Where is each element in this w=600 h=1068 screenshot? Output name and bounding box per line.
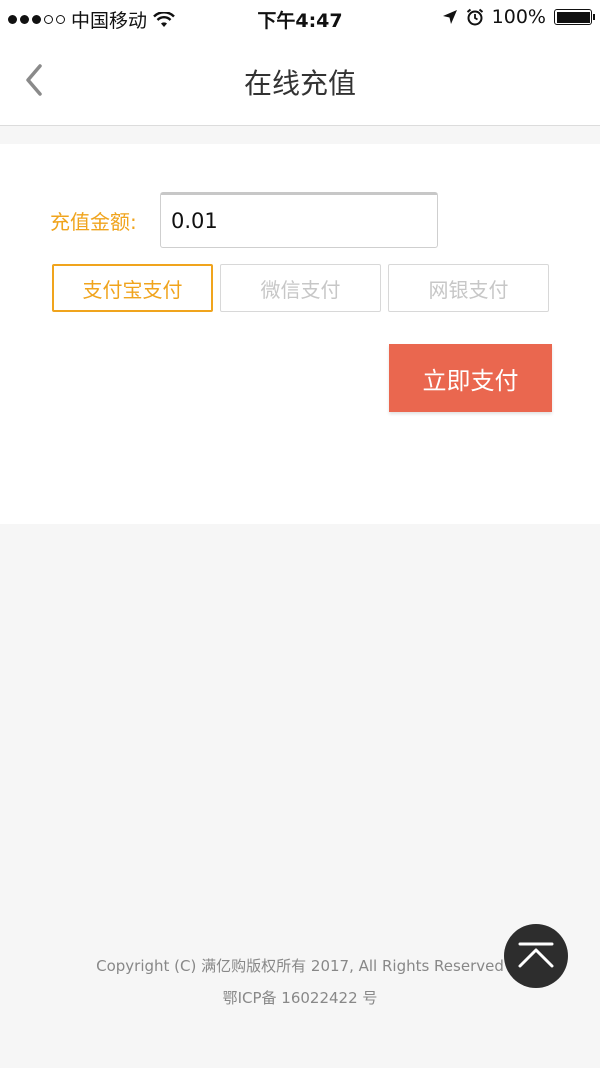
recharge-form: 充值金额: 支付宝支付 微信支付 网银支付 立即支付 [0, 144, 600, 524]
pay-method-wechat[interactable]: 微信支付 [220, 264, 381, 312]
scroll-to-top-button[interactable] [504, 924, 568, 988]
battery-icon [554, 9, 595, 25]
payment-method-group: 支付宝支付 微信支付 网银支付 [52, 264, 549, 312]
pay-now-button[interactable]: 立即支付 [389, 344, 552, 412]
status-bar: 中国移动 下午4:47 100% [0, 0, 600, 34]
location-arrow-icon [442, 10, 457, 24]
status-right: 100% [442, 6, 595, 28]
scroll-to-top-icon [518, 942, 554, 968]
battery-percentage: 100% [491, 6, 546, 28]
amount-label: 充值金额: [50, 210, 137, 234]
icp-text: 鄂ICP备 16022422 号 [222, 989, 378, 1007]
alarm-icon [466, 8, 483, 26]
battery-fill [556, 11, 590, 23]
navigation-bar: 在线充值 [0, 34, 600, 126]
pay-method-bank[interactable]: 网银支付 [388, 264, 549, 312]
page-title: 在线充值 [243, 67, 356, 100]
pay-method-alipay[interactable]: 支付宝支付 [52, 264, 213, 312]
amount-input[interactable] [160, 192, 438, 248]
